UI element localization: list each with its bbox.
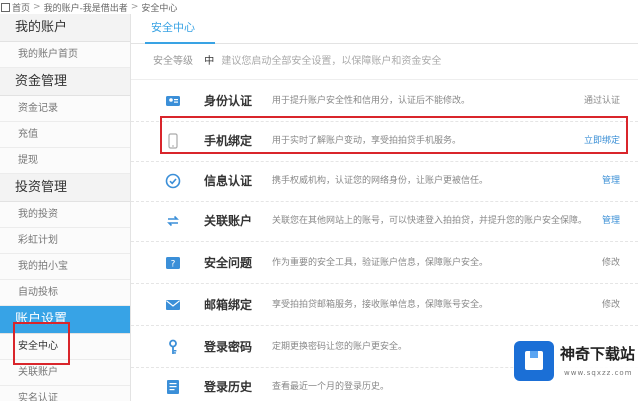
row-description: 携手权威机构，认证您的网络身份，让账户更被信任。 — [272, 176, 489, 186]
row-description: 享受拍拍贷邮箱服务，接收账单信息，保障账号安全。 — [272, 300, 489, 310]
row-title: 信息认证 — [204, 174, 253, 188]
watermark: 神奇下载站 www.sqxzz.com — [514, 341, 638, 381]
modify-link[interactable]: 修改 — [602, 284, 620, 326]
sidebar-item-my-investments[interactable]: 我的投资 — [0, 202, 130, 228]
modify-link[interactable]: 修改 — [602, 242, 620, 284]
security-level-label: 安全等级 — [153, 56, 193, 67]
security-row-question: ? 安全问题 作为重要的安全工具，验证账户信息，保障账户安全。 修改 — [131, 242, 638, 284]
breadcrumb: 首页 > 我的账户-我是借出者 > 安全中心 — [0, 0, 638, 14]
sidebar-item-recharge[interactable]: 充值 — [0, 122, 130, 148]
mail-icon — [166, 300, 180, 310]
row-description: 关联您在其他网站上的账号，可以快速登入拍拍贷，并提升您的账户安全保障。 — [272, 216, 588, 226]
sidebar-item-withdraw[interactable]: 提现 — [0, 148, 130, 174]
history-icon — [167, 380, 179, 394]
highlight-box-phone-row — [160, 116, 628, 154]
tab-bar: 安全中心 — [131, 14, 638, 44]
question-icon: ? — [166, 257, 180, 270]
breadcrumb-item-home[interactable]: 首页 — [12, 1, 30, 14]
sidebar-group-account[interactable]: 我的账户 — [0, 14, 130, 42]
breadcrumb-separator: > — [130, 2, 139, 12]
security-row-linked: 关联账户 关联您在其他网站上的账号，可以快速登入拍拍贷，并提升您的账户安全保障。… — [131, 200, 638, 242]
breadcrumb-item-account[interactable]: 我的账户-我是借出者 — [44, 1, 128, 14]
watermark-title: 神奇下载站 — [560, 345, 636, 363]
row-description: 作为重要的安全工具，验证账户信息，保障账户安全。 — [272, 258, 489, 268]
row-title: 安全问题 — [204, 256, 253, 270]
highlight-box-sidebar — [13, 322, 70, 365]
manage-link[interactable]: 管理 — [602, 160, 620, 202]
home-icon[interactable] — [1, 2, 10, 12]
sidebar-group-investment[interactable]: 投资管理 — [0, 174, 130, 202]
row-title: 关联账户 — [204, 214, 253, 228]
sidebar-item-real-name[interactable]: 实名认证 — [0, 386, 130, 401]
sidebar-item-paipaibao[interactable]: 我的拍小宝 — [0, 254, 130, 280]
key-icon — [169, 339, 177, 354]
breadcrumb-separator: > — [33, 2, 41, 12]
row-title: 登录历史 — [204, 380, 253, 394]
link-arrows-icon — [167, 215, 179, 227]
sidebar-item-rainbow-plan[interactable]: 彩虹计划 — [0, 228, 130, 254]
sidebar-item-account-home[interactable]: 我的账户首页 — [0, 42, 130, 68]
security-level-description: 建议您启动全部安全设置，以保障账户和资金安全 — [221, 56, 442, 67]
security-row-email: 邮箱绑定 享受拍拍贷邮箱服务，接收账单信息，保障账号安全。 修改 — [131, 284, 638, 326]
row-title: 邮箱绑定 — [204, 298, 253, 312]
tab-security-center[interactable]: 安全中心 — [145, 14, 215, 44]
sidebar-item-fund-records[interactable]: 资金记录 — [0, 96, 130, 122]
id-card-icon — [166, 96, 180, 106]
sidebar-group-funds[interactable]: 资金管理 — [0, 68, 130, 96]
sidebar-item-auto-bid[interactable]: 自动投标 — [0, 280, 130, 306]
breadcrumb-item-current: 安全中心 — [141, 3, 178, 14]
security-level-notice: 安全等级 中 建议您启动全部安全设置，以保障账户和资金安全 — [131, 44, 638, 80]
security-level-value: 中 — [204, 56, 215, 67]
security-row-info: 信息认证 携手权威机构，认证您的网络身份，让账户更被信任。 管理 — [131, 160, 638, 202]
row-description: 查看最近一个月的登录历史。 — [272, 382, 390, 392]
svg-text:?: ? — [171, 260, 176, 270]
row-title: 登录密码 — [204, 340, 253, 354]
manage-link[interactable]: 管理 — [602, 200, 620, 242]
watermark-logo-icon — [514, 341, 554, 381]
watermark-url: www.sqxzz.com — [564, 369, 633, 377]
check-circle-icon — [165, 173, 181, 189]
row-description: 定期更换密码让您的账户更安全。 — [272, 342, 408, 352]
